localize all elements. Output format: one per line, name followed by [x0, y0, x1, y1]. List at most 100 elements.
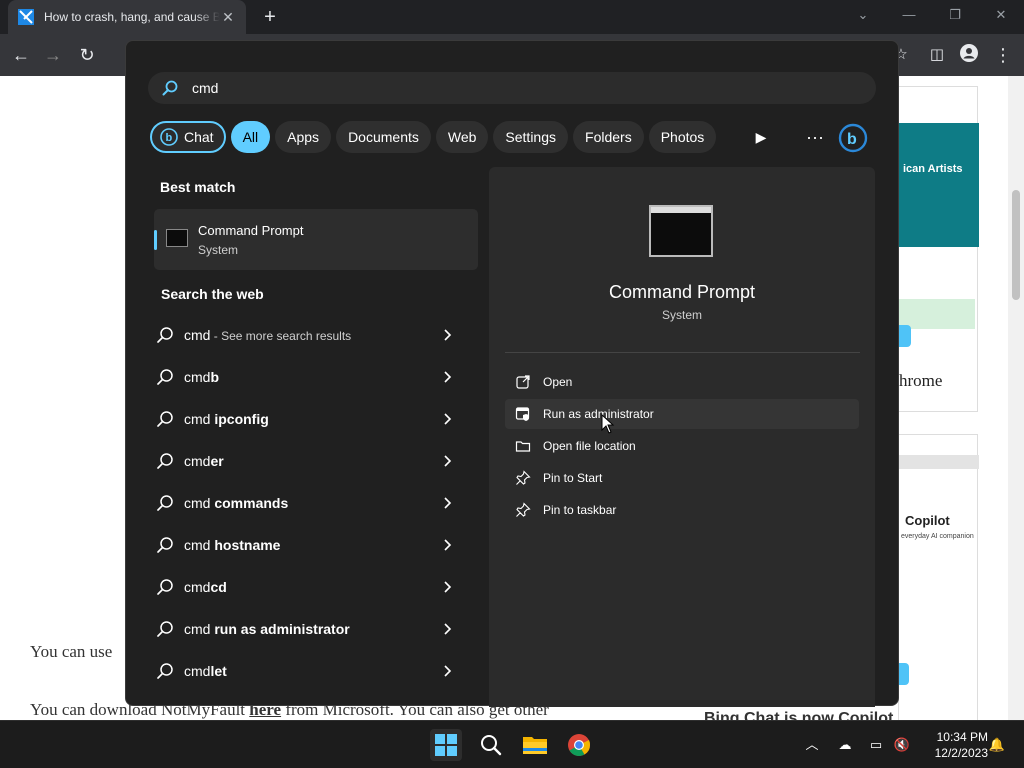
web-result-text: cmd commands [184, 495, 289, 511]
filter-settings[interactable]: Settings [493, 121, 569, 153]
forward-arrow-icon[interactable]: → [42, 44, 64, 66]
chevron-down-icon[interactable]: ⌄ [850, 4, 876, 26]
back-arrow-icon[interactable]: ← [10, 44, 32, 66]
volume-muted-icon[interactable]: 🔇 [893, 736, 911, 754]
bing-chat-icon: b [160, 128, 178, 146]
filter-chat[interactable]: b Chat [150, 121, 226, 153]
web-result-text: cmdlet [184, 663, 227, 679]
minimize-icon[interactable]: — [896, 4, 922, 26]
page-scrollbar[interactable] [1008, 76, 1024, 720]
action-run-as-administrator[interactable]: Run as administrator [505, 399, 859, 429]
web-result-text: cmdb [184, 369, 220, 385]
side-card-1[interactable]: ican Artists hrome [889, 86, 979, 412]
chevron-right-icon [444, 581, 452, 593]
bing-icon[interactable]: b [838, 123, 868, 153]
web-result-item[interactable]: cmd - See more search results [156, 318, 466, 352]
onedrive-offline-icon[interactable]: ☁ [836, 736, 854, 754]
search-input[interactable] [192, 80, 792, 96]
chevron-right-icon [444, 413, 452, 425]
folder-icon [515, 441, 531, 452]
more-menu-icon[interactable]: ⋮ [992, 44, 1014, 66]
web-result-item[interactable]: cmder [156, 444, 466, 478]
divider [505, 352, 860, 353]
tab-title: How to crash, hang, and cause BSOD [44, 10, 220, 24]
shield-admin-icon [515, 407, 530, 421]
chevron-right-icon [444, 371, 452, 383]
filter-all[interactable]: All [230, 121, 271, 153]
mouse-cursor-icon [601, 414, 615, 434]
chevron-right-icon [444, 497, 452, 509]
card-label: hrome [899, 371, 943, 390]
copilot-title: Copilot [905, 513, 950, 528]
best-match-item[interactable]: Command Prompt System [154, 209, 478, 270]
web-result-text: cmd - See more search results [184, 327, 352, 343]
paragraph-1: You can use [30, 642, 113, 661]
search-icon [157, 327, 173, 343]
web-result-item[interactable]: cmd hostname [156, 528, 466, 562]
chevron-right-icon [444, 623, 452, 635]
best-match-type: System [198, 243, 239, 257]
web-result-item[interactable]: cmd commands [156, 486, 466, 520]
filter-folders[interactable]: Folders [573, 121, 644, 153]
browser-tab-bar: How to crash, hang, and cause BSOD ✕ + ⌄… [0, 0, 1024, 34]
card-tag [899, 299, 975, 329]
search-box[interactable] [148, 72, 876, 104]
file-explorer-button[interactable] [519, 729, 551, 761]
browser-tab[interactable]: How to crash, hang, and cause BSOD ✕ [8, 0, 246, 34]
filter-apps[interactable]: Apps [275, 121, 332, 153]
search-button[interactable] [475, 729, 507, 761]
card-toolbar [899, 455, 979, 469]
web-result-item[interactable]: cmdb [156, 360, 466, 394]
profile-icon[interactable] [958, 44, 980, 66]
web-result-item[interactable]: cmd ipconfig [156, 402, 466, 436]
search-icon [157, 579, 173, 595]
action-open-file-location[interactable]: Open file location [505, 431, 859, 461]
card-heading: ican Artists [903, 163, 963, 175]
web-result-item[interactable]: cmdlet [156, 654, 466, 688]
more-options-icon[interactable]: ··· [801, 123, 829, 151]
start-button[interactable] [430, 729, 462, 761]
preview-pane: Command Prompt System Open Run as admini… [489, 167, 875, 707]
windows-logo-icon [435, 734, 457, 756]
chrome-button[interactable] [563, 729, 595, 761]
web-result-text: cmd ipconfig [184, 411, 269, 427]
site-favicon-icon [18, 9, 34, 25]
card-banner [899, 123, 979, 247]
preview-title: Command Prompt [608, 282, 756, 302]
close-window-icon[interactable]: ✕ [988, 4, 1014, 26]
pin-icon [516, 470, 531, 485]
search-icon [157, 495, 173, 511]
clock-time: 10:34 PM [936, 730, 988, 744]
chevron-right-icon [444, 329, 452, 341]
web-result-item[interactable]: cmdcd [156, 570, 466, 604]
play-icon[interactable]: ▶ [747, 123, 775, 151]
clock[interactable]: 10:34 PM 12/2/2023 [920, 729, 988, 761]
plus-icon[interactable]: + [258, 5, 282, 29]
tab-close-icon[interactable]: ✕ [220, 9, 236, 26]
side-card-2[interactable]: Copilot everyday AI companion [887, 434, 979, 720]
network-icon[interactable]: ▭ [867, 736, 885, 754]
web-result-item[interactable]: cmd run as administrator [156, 612, 466, 646]
action-open[interactable]: Open [505, 367, 859, 397]
filter-web[interactable]: Web [435, 121, 489, 153]
side-panel-icon[interactable]: ◫ [926, 44, 948, 66]
notification-bell-icon[interactable]: 🔔 [988, 736, 1006, 754]
search-icon [162, 80, 178, 96]
filter-photos[interactable]: Photos [648, 121, 717, 153]
web-result-text: cmdcd [184, 579, 227, 595]
web-result-text: cmder [184, 453, 224, 469]
scrollbar-thumb[interactable] [1012, 190, 1020, 300]
filter-documents[interactable]: Documents [336, 121, 431, 153]
action-pin-to-taskbar[interactable]: Pin to taskbar [505, 495, 859, 525]
chevron-up-icon[interactable]: ︿ [803, 736, 821, 754]
svg-text:b: b [847, 131, 857, 148]
restore-icon[interactable]: ❐ [942, 4, 968, 26]
reload-icon[interactable]: ↻ [76, 44, 98, 66]
action-pin-to-start[interactable]: Pin to Start [505, 463, 859, 493]
best-match-heading: Best match [160, 179, 236, 195]
search-icon [157, 369, 173, 385]
file-explorer-icon [523, 737, 547, 754]
bing-logo-icon: b [838, 123, 868, 153]
search-web-heading: Search the web [161, 286, 264, 302]
search-icon [157, 453, 173, 469]
